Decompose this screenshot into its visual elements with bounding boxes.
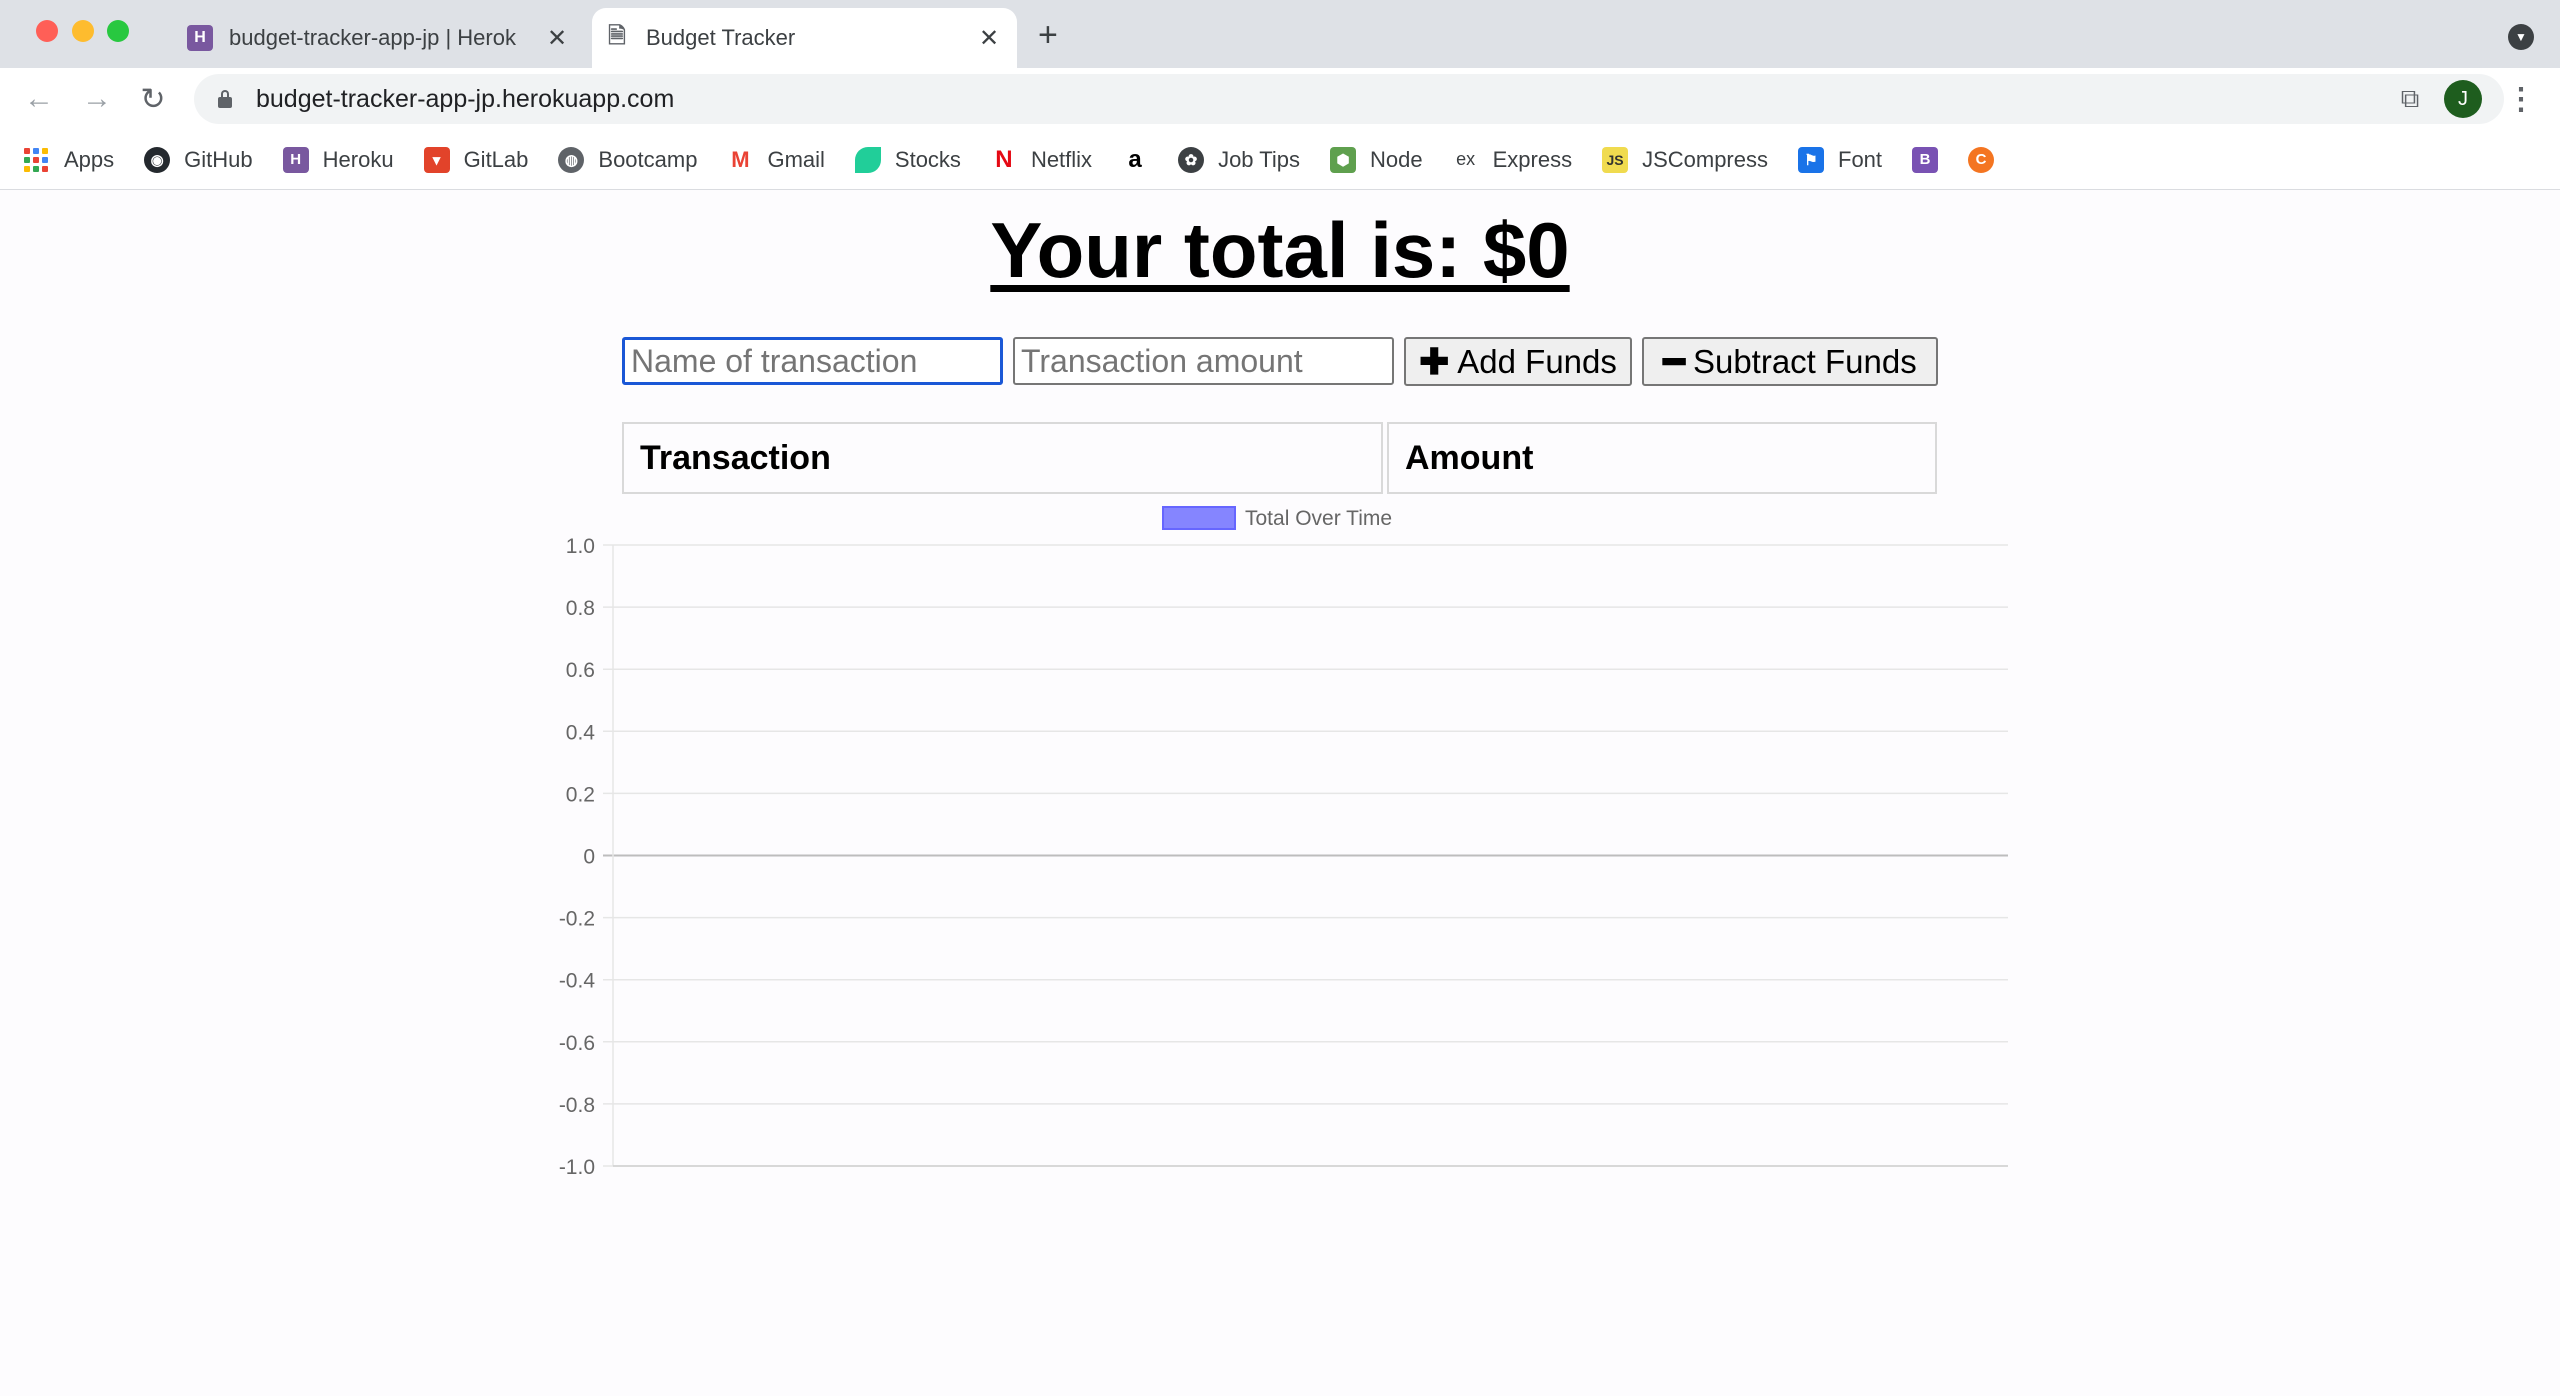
heroku-icon: H [282, 146, 309, 173]
leaf-icon [854, 146, 881, 173]
new-tab-plus-icon[interactable]: + [1038, 18, 1058, 52]
forward-arrow-icon[interactable]: → [78, 80, 116, 118]
y-tick-label: 0.8 [566, 597, 595, 620]
y-tick-label: -0.6 [559, 1032, 595, 1055]
bookmark-gitlab[interactable]: ▾ GitLab [423, 146, 529, 173]
amazon-icon: a [1122, 146, 1149, 173]
bookmark-label: GitHub [184, 146, 253, 172]
y-tick-label: 0 [583, 846, 595, 869]
add-funds-label: Add Funds [1457, 342, 1617, 380]
bookmark-bootcamp[interactable]: ◍ Bootcamp [558, 146, 698, 173]
close-window-button[interactable] [36, 20, 58, 42]
tab-budget-tracker[interactable]: 🗎 Budget Tracker ✕ [592, 8, 1017, 68]
crunchyroll-icon: C [1968, 146, 1995, 173]
table-header-transaction: Transaction [622, 422, 1383, 494]
bookmark-heroku[interactable]: H Heroku [282, 146, 394, 173]
close-icon[interactable]: ✕ [543, 24, 571, 52]
bookmark-label: Node [1370, 146, 1423, 172]
add-funds-button[interactable]: ✚ Add Funds [1404, 337, 1632, 386]
minus-icon: ━ [1663, 340, 1685, 382]
bookmark-github[interactable]: ◉ GitHub [144, 146, 253, 173]
bookmark-label: Job Tips [1218, 146, 1300, 172]
tab-title: budget-tracker-app-jp | Herok [229, 25, 516, 50]
y-tick-label: 0.2 [566, 783, 595, 806]
apps-grid-icon [24, 147, 48, 172]
bookmark-express[interactable]: ex Express [1452, 146, 1573, 173]
bookmark-job-tips[interactable]: ✿ Job Tips [1178, 146, 1300, 173]
globe-icon: ◍ [558, 146, 585, 173]
url-text[interactable]: budget-tracker-app-jp.herokuapp.com [256, 85, 2392, 114]
bookmark-label: Stocks [894, 146, 961, 172]
maximize-window-button[interactable] [107, 20, 129, 42]
bookmark-label: Heroku [322, 146, 394, 172]
tab-search-chevron-icon[interactable]: ▼ [2508, 24, 2534, 50]
y-tick-label: -1.0 [559, 1156, 595, 1179]
gitlab-icon: ▾ [423, 146, 450, 173]
bookmark-bootstrap[interactable]: B [1912, 146, 1939, 173]
bookmark-jscompress[interactable]: JS JSCompress [1602, 146, 1768, 173]
y-tick-label: -0.8 [559, 1094, 595, 1117]
transaction-name-input[interactable] [622, 337, 1003, 385]
bookmark-apps[interactable]: Apps [24, 147, 114, 173]
total-heading: Your total is: $0 [990, 206, 1570, 294]
total-over-time-chart: Total Over Time 1.0 0.8 0.6 0.4 0.2 0 -0.2 -0.4 -… [559, 506, 2008, 1179]
tab-heroku[interactable]: H budget-tracker-app-jp | Herok ✕ [175, 8, 585, 68]
bookmark-label: Apps [64, 146, 115, 172]
bookmark-crunchyroll[interactable]: C [1968, 146, 1995, 173]
y-tick-label: 1.0 [566, 535, 595, 558]
bookmark-netflix[interactable]: N Netflix [990, 146, 1093, 173]
reload-icon[interactable]: ↻ [134, 80, 172, 118]
job-tips-icon: ✿ [1178, 146, 1205, 173]
gmail-icon: M [727, 146, 754, 173]
subtract-funds-button[interactable]: ━ Subtract Funds [1642, 337, 1938, 386]
transactions-table: Transaction Amount [622, 422, 1937, 494]
bookmark-label: Netflix [1030, 146, 1093, 172]
tab-title: Budget Tracker [646, 25, 796, 50]
netflix-icon: N [990, 146, 1017, 173]
y-tick-label: -0.2 [559, 908, 595, 931]
bookmark-stocks[interactable]: Stocks [854, 146, 961, 173]
bookmark-label: Bootcamp [598, 146, 698, 172]
document-icon: 🗎 [608, 23, 626, 48]
close-icon[interactable]: ✕ [975, 24, 1003, 52]
y-tick-label: 0.4 [566, 721, 596, 744]
browser-toolbar: ← → ↻ budget-tracker-app-jp.herokuapp.co… [0, 68, 2560, 130]
bookmark-font[interactable]: ⚑ Font [1798, 146, 1883, 173]
node-icon: ⬢ [1330, 146, 1356, 173]
bookmark-label: Gmail [767, 146, 825, 172]
heroku-icon: H [187, 25, 213, 51]
bookmark-amazon[interactable]: a [1122, 146, 1149, 173]
github-icon: ◉ [144, 146, 171, 173]
bookmark-label: JSCompress [1642, 146, 1768, 172]
flag-icon: ⚑ [1798, 146, 1824, 173]
address-bar[interactable]: budget-tracker-app-jp.herokuapp.com ⧉ ☆ [194, 74, 2504, 124]
plus-icon: ✚ [1419, 340, 1450, 382]
bookmarks-bar: Apps ◉ GitHub H Heroku ▾ GitLab ◍ Bootca… [0, 130, 2560, 190]
profile-avatar[interactable]: J [2444, 80, 2482, 118]
y-tick-label: 0.6 [566, 659, 595, 682]
minimize-window-button[interactable] [72, 20, 94, 42]
open-in-app-icon[interactable]: ⧉ [2392, 81, 2428, 117]
bookmark-label: Font [1838, 146, 1883, 172]
lock-icon[interactable] [218, 90, 232, 108]
bookmark-node[interactable]: ⬢ Node [1330, 146, 1423, 173]
bootstrap-icon: B [1912, 146, 1939, 173]
table-header-amount: Amount [1387, 422, 1937, 494]
js-icon: JS [1602, 146, 1629, 173]
back-arrow-icon[interactable]: ← [20, 80, 58, 118]
browser-tab-strip: H budget-tracker-app-jp | Herok ✕ 🗎 Budg… [0, 0, 2560, 68]
y-tick-label: -0.4 [559, 970, 596, 993]
bookmark-label: GitLab [463, 146, 529, 172]
bookmark-label: Express [1492, 146, 1573, 172]
more-menu-icon[interactable]: ⋮ [2506, 80, 2536, 118]
legend-label: Total Over Time [1245, 507, 1392, 530]
page-content: Your total is: $0 ✚ Add Funds ━ Subtract… [0, 191, 2560, 1396]
subtract-funds-label: Subtract Funds [1692, 342, 1917, 380]
legend-swatch [1162, 506, 1236, 530]
bookmark-gmail[interactable]: M Gmail [727, 146, 825, 173]
transaction-amount-input[interactable] [1013, 337, 1394, 385]
express-icon: ex [1452, 146, 1479, 173]
